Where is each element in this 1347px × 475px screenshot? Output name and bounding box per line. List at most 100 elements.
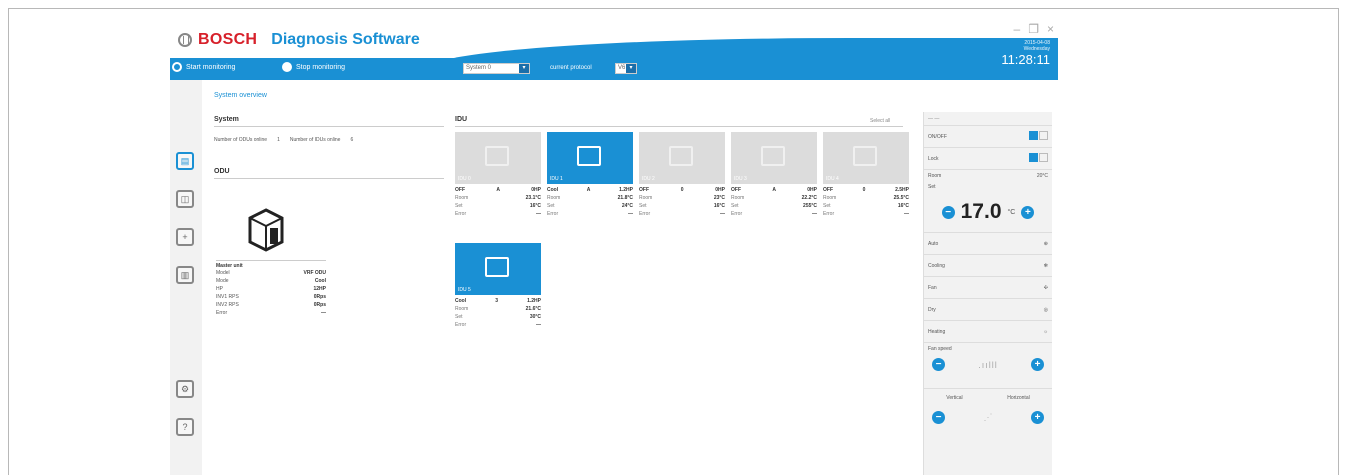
app-logo: BOSCH Diagnosis Software [178, 31, 420, 49]
odu-row-value: 12HP [313, 286, 326, 292]
system-section-title: System [214, 116, 444, 127]
nav-monitor-icon[interactable]: ◫ [176, 190, 194, 208]
onoff-label: ON/OFF [928, 133, 947, 140]
start-radio-icon [172, 62, 182, 72]
idu-room-row: Room 23°C [639, 194, 725, 202]
nav-overview-icon[interactable]: ▤ [176, 152, 194, 170]
idu-card[interactable]: IDU 0 OFF A 0HP Room 23.1°C Set 16°C Error — [455, 132, 541, 218]
error-label: Error [823, 211, 835, 217]
idu-error-row: Error — [547, 210, 633, 218]
power-on-toggle[interactable] [1028, 131, 1038, 140]
idu-set-row: Set 24°C [547, 202, 633, 210]
idu-mode: 3 [495, 298, 498, 304]
idu-name: IDU 5 [458, 287, 471, 293]
idu-online-label: Number of IDUs online [289, 137, 341, 143]
unlock-toggle[interactable] [1039, 153, 1048, 162]
temp-control: − 17.0 °C + [924, 192, 1052, 233]
mode-dry[interactable]: Dry ◎ [924, 299, 1052, 321]
idu-card[interactable]: IDU 1 Cool A 1.2HP Room 21.8°C Set 24°C Erro… [547, 132, 633, 218]
idu-card[interactable]: IDU 4 OFF 0 2.5HP Room 25.5°C Set 16°C Error… [823, 132, 909, 218]
idu-error-row: Error — [639, 210, 725, 218]
indoor-unit-icon [577, 146, 601, 166]
idu-online-count: 6 [350, 137, 354, 143]
indoor-unit-icon [485, 257, 509, 277]
idu-state: OFF [731, 187, 741, 193]
error-value: — [904, 211, 909, 217]
lock-toggle[interactable] [1028, 153, 1038, 162]
snowflake-icon: ✻ [1043, 262, 1048, 269]
swing-tabs: Vertical Horizontal [924, 389, 1052, 407]
bosch-logo-icon [178, 33, 192, 47]
swing-decrease-button[interactable]: − [932, 411, 945, 424]
odu-row-value: VRF ODU [303, 270, 327, 276]
set-value: 16°C [897, 203, 909, 209]
odu-row: Model VRF ODU [216, 269, 326, 277]
idu-status-row: OFF A 0HP [731, 187, 817, 194]
error-label: Error [455, 322, 467, 328]
error-label: Error [639, 211, 651, 217]
odu-unit-icon [248, 208, 284, 252]
idu-set-row: Set 30°C [455, 313, 541, 321]
idu-room-row: Room 21.6°C [455, 305, 541, 313]
maximize-button[interactable]: ❐ [1028, 22, 1039, 36]
idu-state: Cool [455, 298, 467, 304]
set-label: Set [731, 203, 739, 209]
odu-row-label: Model [216, 270, 230, 276]
idu-hp: 2.5HP [895, 187, 909, 193]
power-off-toggle[interactable] [1039, 131, 1048, 140]
idu-status-row: Cool A 1.2HP [547, 187, 633, 194]
system-select-value: System 0 [466, 65, 492, 71]
mode-cooling[interactable]: Cooling ✻ [924, 255, 1052, 277]
error-value: — [536, 322, 541, 328]
system-stats: Number of ODUs online 1 Number of IDUs o… [214, 137, 353, 143]
chevron-down-icon: ▾ [626, 64, 636, 73]
tab-horizontal[interactable]: Horizontal [1007, 395, 1030, 401]
nav-settings-icon[interactable]: ⚙ [176, 380, 194, 398]
drop-icon: ◎ [1043, 306, 1048, 313]
error-label: Error [731, 211, 743, 217]
temp-increase-button[interactable]: + [1021, 205, 1035, 219]
nav-help-icon[interactable]: ? [176, 418, 194, 436]
minimize-button[interactable]: – [1014, 22, 1021, 36]
stop-monitoring-button[interactable]: Stop monitoring [282, 62, 345, 72]
mode-heating[interactable]: Heating ☼ [924, 321, 1052, 343]
idu-card[interactable]: IDU 3 OFF A 0HP Room 22.2°C Set 255°C Error — [731, 132, 817, 218]
close-button[interactable]: × [1047, 22, 1054, 36]
onoff-row: ON/OFF [924, 126, 1052, 148]
select-all-link[interactable]: Select all [870, 118, 890, 124]
set-label: Set [455, 203, 463, 209]
room-value: 21.6°C [525, 306, 541, 312]
idu-card[interactable]: IDU 5 Cool 3 1.2HP Room 21.6°C Set 30°C Erro… [455, 243, 541, 329]
clock: 2015-04-08 Wednesday 11:28:11 [1001, 40, 1050, 68]
protocol-select-value: V6 [618, 65, 626, 71]
idu-mode: A [496, 187, 500, 193]
protocol-select[interactable]: V6 ▾ [615, 63, 637, 74]
fan-level-bars-icon: .ıılll [978, 359, 998, 370]
temp-decrease-button[interactable]: − [941, 205, 955, 219]
start-monitoring-button[interactable]: Start monitoring [172, 62, 235, 72]
odu-row-label: HP [216, 286, 223, 292]
room-label: Room [639, 195, 653, 201]
system-select[interactable]: System 0 ▾ [463, 63, 530, 74]
nav-chart-icon[interactable]: ▥ [176, 266, 194, 284]
odu-row-label: Mode [216, 278, 229, 284]
swing-increase-button[interactable]: + [1031, 411, 1044, 424]
odu-row-value: — [321, 310, 326, 316]
fan-increase-button[interactable]: + [1031, 358, 1044, 371]
nav-add-icon[interactable]: + [176, 228, 194, 246]
tab-vertical[interactable]: Vertical [946, 395, 962, 401]
product-name: Diagnosis Software [271, 31, 420, 48]
error-value: — [720, 211, 725, 217]
idu-status-row: Cool 3 1.2HP [455, 298, 541, 305]
odu-card[interactable]: Master unit Model VRF ODU Mode Cool HP 12HP… [216, 260, 326, 317]
fan-decrease-button[interactable]: − [932, 358, 945, 371]
set-value: 30°C [529, 314, 541, 320]
idu-card[interactable]: IDU 2 OFF 0 0HP Room 23°C Set 16°C Error — [639, 132, 725, 218]
mode-auto[interactable]: Auto ⊕ [924, 233, 1052, 255]
mode-fan[interactable]: Fan ✣ [924, 277, 1052, 299]
idu-name: IDU 4 [826, 176, 839, 182]
room-row: Room 20°C [924, 170, 1052, 182]
error-label: Error [455, 211, 467, 217]
idu-image: IDU 2 [639, 132, 725, 184]
room-label: Room [455, 195, 469, 201]
